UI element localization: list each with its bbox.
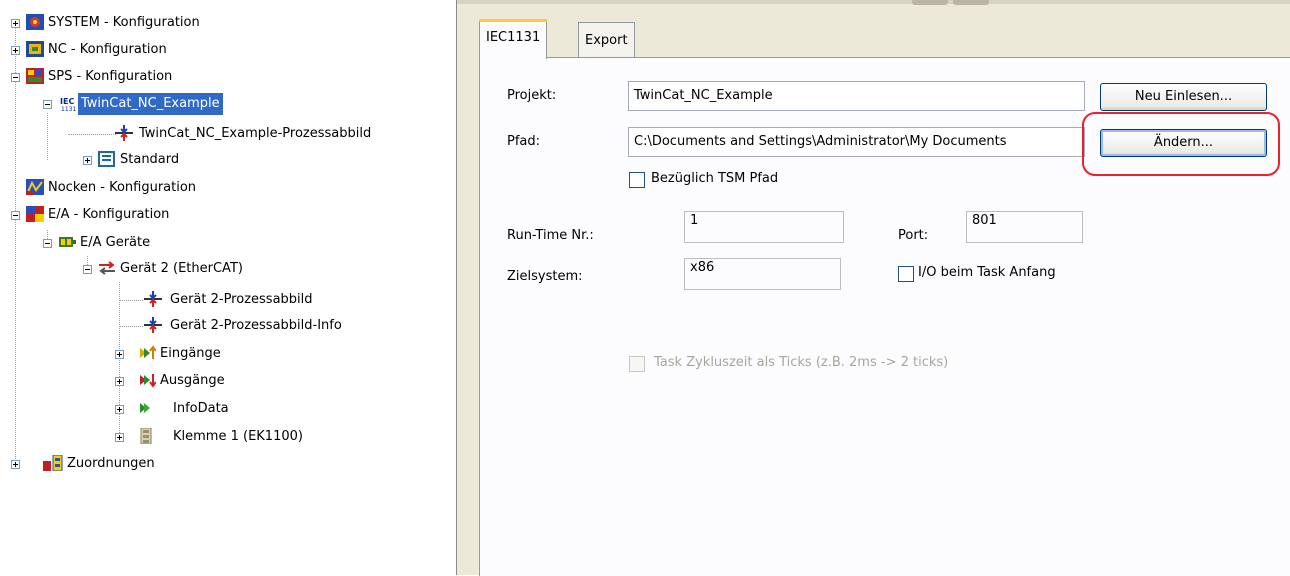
mappings-icon [43, 454, 63, 472]
collapse-icon[interactable] [43, 239, 52, 248]
splitter-handle[interactable] [953, 0, 989, 5]
panel-top-edge [457, 0, 1290, 4]
infodata-icon [138, 400, 156, 416]
zielsystem-field[interactable]: x86 [684, 258, 841, 290]
tree-connector [68, 134, 116, 135]
tree-item-label: Nocken - Konfiguration [48, 180, 197, 195]
tree-item-label: Gerät 2-Prozessabbild [170, 292, 313, 307]
task-ticks-checkbox[interactable] [629, 356, 645, 372]
collapse-icon[interactable] [83, 265, 92, 274]
projekt-field[interactable]: TwinCat_NC_Example [628, 81, 1085, 111]
tree-item-label: Eingänge [160, 346, 221, 361]
tree-connector [15, 22, 16, 465]
terminal-icon [138, 427, 156, 445]
system-config-icon [26, 14, 44, 30]
tree-connector [119, 300, 143, 301]
expand-icon[interactable] [11, 46, 20, 55]
nc-config-icon [26, 41, 44, 57]
io-devices-icon [58, 234, 76, 250]
tree-item-label: InfoData [173, 401, 229, 416]
collapse-icon[interactable] [43, 100, 52, 109]
io-task-start-label: I/O beim Task Anfang [918, 265, 1056, 280]
tree-connector [47, 113, 48, 160]
task-ticks-label: Task Zykluszeit als Ticks (z.B. 2ms -> 2… [654, 355, 949, 370]
tree-item-label: NC - Konfiguration [48, 42, 167, 57]
process-image-icon [115, 125, 133, 141]
runtime-label: Run-Time Nr.: [507, 228, 594, 243]
pfad-field[interactable]: C:\Documents and Settings\Administrator\… [628, 127, 1085, 157]
config-tree: SYSTEM - Konfiguration NC - Konfiguratio… [0, 0, 457, 575]
tree-item-label: E/A Geräte [80, 235, 151, 250]
expand-icon[interactable] [11, 460, 20, 469]
tab-export[interactable]: Export [578, 22, 635, 57]
splitter-handle[interactable] [912, 0, 948, 5]
tsm-path-checkbox[interactable] [629, 172, 645, 188]
cam-config-icon [26, 179, 44, 195]
tab-label: Export [585, 33, 628, 48]
expand-icon[interactable] [115, 377, 124, 386]
tree-item-label: SPS - Konfiguration [48, 69, 173, 84]
tree-item-label: TwinCat_NC_Example-Prozessabbild [139, 126, 372, 141]
projekt-label: Projekt: [507, 88, 557, 103]
expand-icon[interactable] [11, 19, 20, 28]
expand-icon[interactable] [115, 405, 124, 414]
tree-item-label: Klemme 1 (EK1100) [173, 429, 303, 444]
iec-project-icon: IEC 1131 [59, 96, 77, 113]
inputs-icon [138, 345, 157, 361]
process-image-icon [144, 317, 162, 333]
tree-item-label: Standard [120, 152, 180, 167]
io-config-icon [26, 206, 44, 222]
tree-connector [119, 326, 143, 327]
tree-item-label: Gerät 2 (EtherCAT) [120, 261, 243, 276]
expand-icon[interactable] [83, 156, 92, 165]
svg-text:IEC: IEC [60, 97, 74, 106]
tree-item-label: Zuordnungen [67, 456, 155, 471]
process-image-icon [144, 291, 162, 307]
tab-label: IEC1131 [486, 30, 541, 45]
expand-icon[interactable] [115, 433, 124, 442]
pfad-label: Pfad: [507, 134, 541, 149]
expand-icon[interactable] [115, 350, 124, 359]
tsm-path-label: Bezüglich TSM Pfad [651, 171, 779, 186]
collapse-icon[interactable] [11, 73, 20, 82]
outputs-icon [138, 372, 157, 388]
highlight-ring [1082, 112, 1280, 176]
tree-item-label: TwinCat_NC_Example [78, 93, 223, 115]
task-icon [98, 151, 116, 167]
tab-iec1131[interactable]: IEC1131 [479, 19, 548, 59]
tree-item-label: E/A - Konfiguration [48, 207, 170, 222]
sps-config-icon [26, 68, 44, 84]
neu-einlesen-button[interactable]: Neu Einlesen... [1100, 83, 1267, 111]
zielsystem-label: Zielsystem: [507, 269, 583, 284]
port-field[interactable]: 801 [966, 211, 1083, 243]
tree-item-label: Gerät 2-Prozessabbild-Info [170, 318, 342, 333]
runtime-field[interactable]: 1 [684, 211, 844, 243]
tree-item-label: SYSTEM - Konfiguration [48, 15, 200, 30]
port-label: Port: [898, 228, 929, 243]
ethercat-device-icon [98, 260, 116, 276]
io-task-start-checkbox[interactable] [898, 266, 914, 282]
tree-item-label: Ausgänge [160, 373, 225, 388]
collapse-icon[interactable] [11, 211, 20, 220]
svg-text:1131: 1131 [61, 106, 76, 112]
